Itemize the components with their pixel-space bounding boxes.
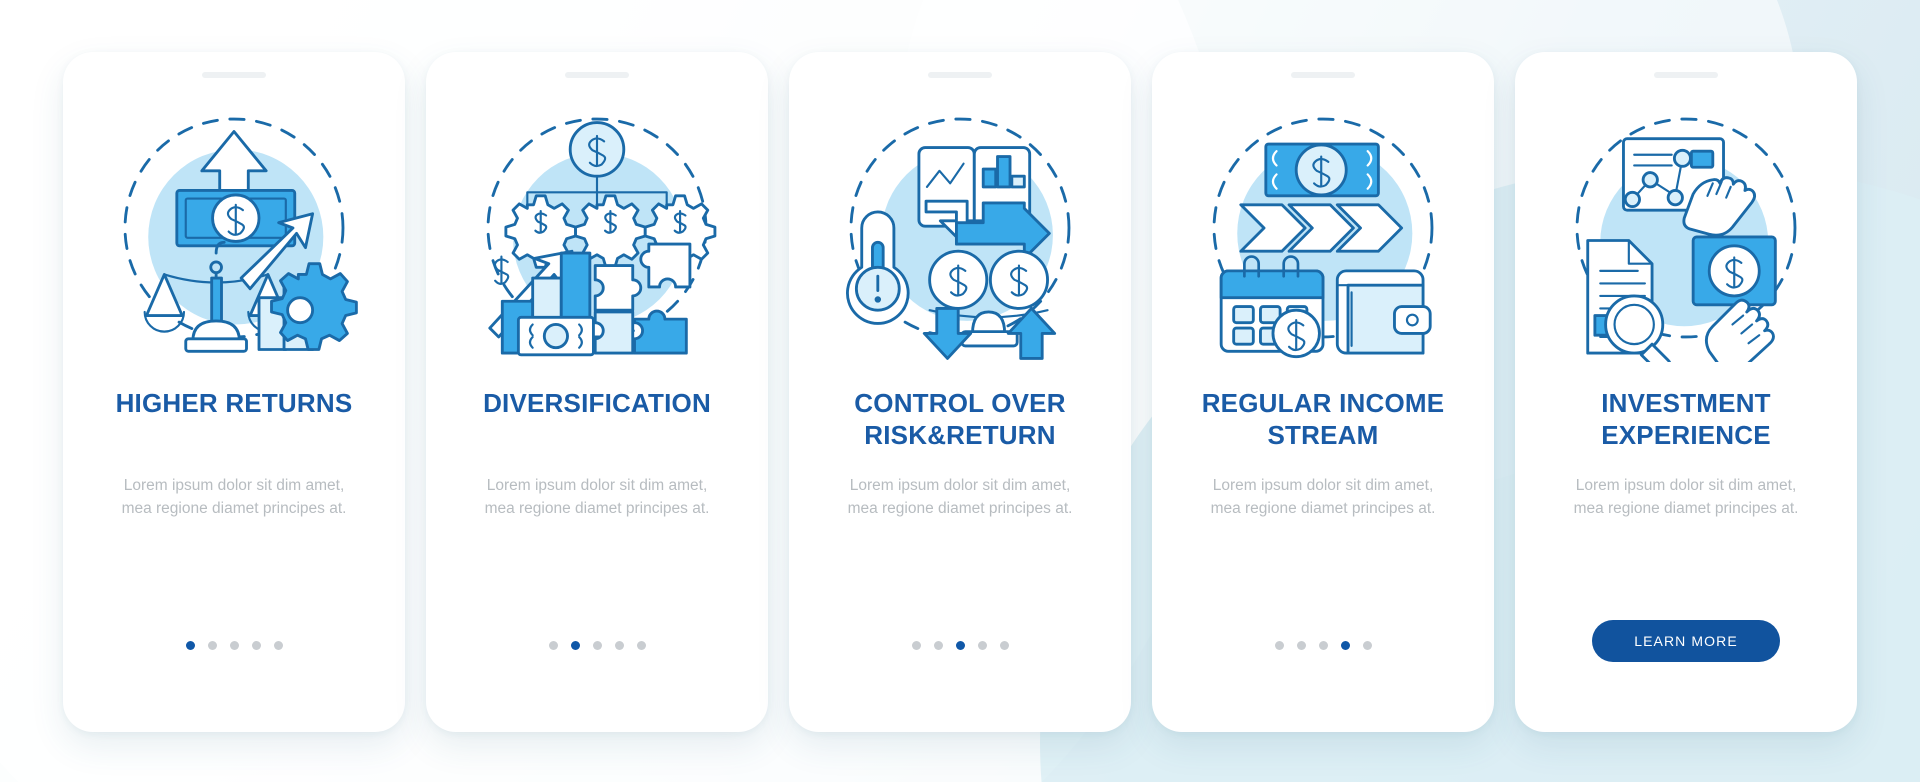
- page-body-text: Lorem ipsum dolor sit dim amet, mea regi…: [1210, 477, 1436, 518]
- pagination-dot[interactable]: [592, 641, 602, 650]
- pagination-dot[interactable]: [548, 641, 558, 650]
- page-body-text: Lorem ipsum dolor sit dim amet, mea regi…: [121, 477, 347, 518]
- onboarding-card-regular-income-stream[interactable]: REGULAR INCOME STREAM Lorem ipsum dolor …: [1152, 52, 1494, 732]
- small-dollar-sign: [493, 255, 510, 285]
- phone-speaker-notch: [1291, 72, 1355, 78]
- pagination-dot[interactable]: [251, 641, 261, 650]
- pagination-dots[interactable]: [185, 641, 283, 650]
- pagination-dot[interactable]: [955, 641, 965, 650]
- onboarding-card-control-over-risk-return[interactable]: CONTROL OVER RISK&RETURN Lorem ipsum dol…: [789, 52, 1131, 732]
- page-title: DIVERSIFICATION: [483, 388, 711, 418]
- dollar-card-icon: [1691, 235, 1777, 307]
- regular-income-illustration: [1178, 92, 1468, 364]
- page-title: CONTROL OVER RISK&RETURN: [854, 388, 1066, 450]
- pagination-dot[interactable]: [1318, 641, 1328, 650]
- onboarding-card-diversification[interactable]: DIVERSIFICATION Lorem ipsum dolor sit di…: [426, 52, 768, 732]
- page-title: INVESTMENT EXPERIENCE: [1601, 388, 1771, 450]
- phone-speaker-notch: [202, 72, 266, 78]
- phone-speaker-notch: [1654, 72, 1718, 78]
- pagination-dot[interactable]: [999, 641, 1009, 650]
- phone-speaker-notch: [565, 72, 629, 78]
- control-risk-return-illustration: [815, 92, 1105, 364]
- page-body-text: Lorem ipsum dolor sit dim amet, mea regi…: [847, 477, 1073, 518]
- page-title: HIGHER RETURNS: [115, 388, 353, 418]
- pagination-dot[interactable]: [1340, 641, 1350, 650]
- onboarding-card-investment-experience[interactable]: INVESTMENT EXPERIENCE Lorem ipsum dolor …: [1515, 52, 1857, 732]
- learn-more-button[interactable]: LEARN MORE: [1592, 620, 1780, 662]
- pagination-dot[interactable]: [1362, 641, 1372, 650]
- wallet-icon: [1335, 269, 1432, 355]
- calendar-dollar-icon: [1219, 255, 1325, 359]
- pagination-dot[interactable]: [185, 641, 195, 650]
- chevron-flow-icon: [1239, 203, 1404, 253]
- pagination-dots[interactable]: [548, 641, 646, 650]
- pagination-dots[interactable]: [911, 641, 1009, 650]
- pagination-dot[interactable]: [229, 641, 239, 650]
- page-title: REGULAR INCOME STREAM: [1201, 388, 1445, 450]
- gear-icon: [270, 262, 358, 351]
- onboarding-card-higher-returns[interactable]: HIGHER RETURNS Lorem ipsum dolor sit dim…: [63, 52, 405, 732]
- onboarding-screen-deck: HIGHER RETURNS Lorem ipsum dolor sit dim…: [0, 0, 1920, 782]
- pagination-dot[interactable]: [273, 641, 283, 650]
- higher-returns-illustration: [89, 92, 379, 364]
- page-body-text: Lorem ipsum dolor sit dim amet, mea regi…: [1573, 477, 1799, 518]
- pagination-dots[interactable]: [1274, 641, 1372, 650]
- pagination-dot[interactable]: [614, 641, 624, 650]
- pagination-dot[interactable]: [1296, 641, 1306, 650]
- pagination-dot[interactable]: [570, 641, 580, 650]
- phone-speaker-notch: [928, 72, 992, 78]
- pagination-dot[interactable]: [636, 641, 646, 650]
- pagination-dot[interactable]: [1274, 641, 1284, 650]
- pagination-dot[interactable]: [977, 641, 987, 650]
- pagination-dot[interactable]: [207, 641, 217, 650]
- pagination-dot[interactable]: [933, 641, 943, 650]
- page-body-text: Lorem ipsum dolor sit dim amet, mea regi…: [484, 477, 710, 518]
- pagination-dot[interactable]: [911, 641, 921, 650]
- investment-experience-illustration: [1541, 92, 1831, 364]
- diversification-illustration: [452, 92, 742, 364]
